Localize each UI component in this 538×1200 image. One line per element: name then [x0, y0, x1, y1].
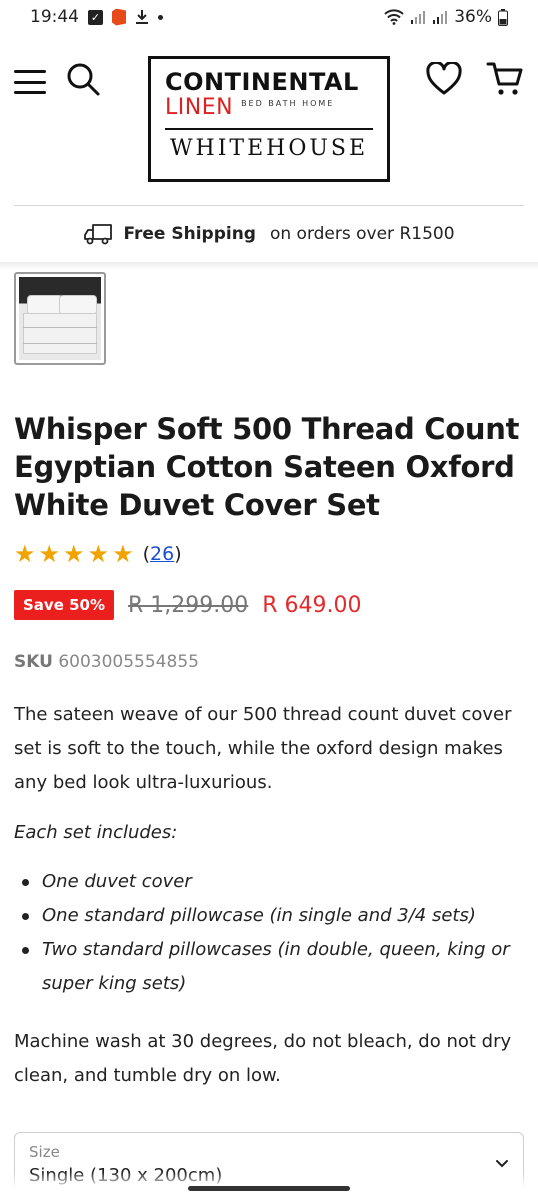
- review-count-open-paren: (: [142, 543, 150, 565]
- list-item: One standard pillowcase (in single and 3…: [22, 899, 524, 933]
- status-bar: 19:44 ✓ 36%: [0, 0, 538, 34]
- star-icon: ★: [63, 540, 85, 568]
- cart-icon[interactable]: [486, 60, 524, 98]
- office-app-icon: [112, 8, 126, 26]
- product-image: [19, 277, 101, 360]
- care-instructions: Machine wash at 30 degrees, do not bleac…: [14, 1031, 512, 1086]
- includes-list: One duvet cover One standard pillowcase …: [14, 865, 524, 1001]
- product-title: Whisper Soft 500 Thread Count Egyptian C…: [14, 412, 520, 522]
- gesture-nav-handle[interactable]: [188, 1186, 350, 1191]
- signal-1-icon: [410, 10, 426, 24]
- site-logo[interactable]: CONTINENTAL LINEN BED BATH HOME WHITEHOU…: [148, 56, 390, 182]
- logo-tagline: BED BATH HOME: [241, 99, 335, 108]
- checkbox-notification-icon: ✓: [88, 9, 103, 25]
- product-description: The sateen weave of our 500 thread count…: [14, 704, 512, 793]
- delivery-truck-icon: [84, 224, 113, 245]
- status-time: 19:44: [30, 7, 79, 27]
- logo-linen: LINEN: [165, 95, 234, 120]
- free-shipping-banner: Free Shipping on orders over R1500: [0, 206, 538, 262]
- wifi-icon: [384, 9, 404, 25]
- save-badge: Save 50%: [14, 590, 115, 620]
- hamburger-menu-icon[interactable]: [14, 70, 46, 94]
- star-icon: ★: [38, 540, 61, 568]
- list-item: Two standard pillowcases (in double, que…: [22, 933, 524, 1001]
- review-count-link[interactable]: 26: [150, 543, 174, 565]
- list-item: One duvet cover: [22, 865, 524, 899]
- product-details: Whisper Soft 500 Thread Count Egyptian C…: [14, 410, 524, 1093]
- search-icon[interactable]: [66, 62, 102, 98]
- free-shipping-threshold: on orders over R1500: [269, 224, 455, 244]
- star-icon: ★: [87, 540, 110, 568]
- signal-2-icon: [432, 10, 448, 24]
- includes-heading: Each set includes:: [14, 822, 178, 843]
- size-select-label: Size: [29, 1143, 60, 1161]
- logo-whitehouse: WHITEHOUSE: [169, 136, 369, 161]
- site-header: CONTINENTAL LINEN BED BATH HOME WHITEHOU…: [14, 34, 524, 206]
- more-notifications-dot-icon: [158, 14, 163, 20]
- battery-percent: 36%: [454, 7, 492, 27]
- product-thumbnail[interactable]: [14, 272, 106, 365]
- chevron-down-icon: [496, 1160, 508, 1168]
- logo-divider: [165, 128, 373, 130]
- free-shipping-label: Free Shipping: [123, 224, 256, 244]
- sku-line: SKU 6003005554855: [14, 652, 524, 672]
- sku-label: SKU: [14, 652, 53, 672]
- sku-value: 6003005554855: [58, 652, 199, 672]
- battery-icon: [498, 8, 508, 26]
- banner-shadow: [0, 262, 538, 270]
- original-price: R 1,299.00: [128, 592, 249, 618]
- product-rating: ★ ★ ★ ★ ★ (26): [14, 540, 524, 568]
- price-row: Save 50% R 1,299.00 R 649.00: [14, 590, 524, 620]
- sale-price: R 649.00: [262, 592, 362, 618]
- star-icon: ★: [112, 540, 134, 568]
- star-icon: ★: [14, 540, 36, 568]
- review-count-close-paren: ): [174, 543, 182, 565]
- logo-continental: CONTINENTAL: [165, 68, 359, 96]
- download-icon: [135, 9, 149, 25]
- wishlist-heart-icon[interactable]: [426, 62, 462, 96]
